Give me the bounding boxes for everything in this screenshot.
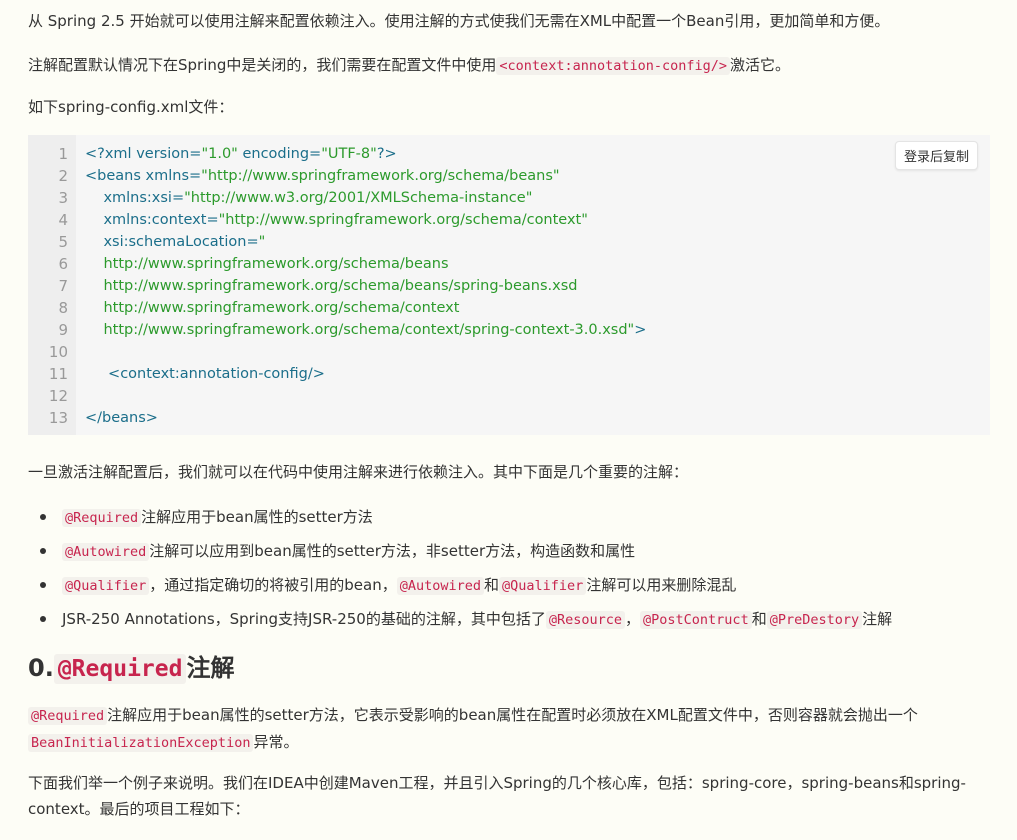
code-line-text: http://www.springframework.org/schema/co…: [85, 319, 646, 341]
section-heading-code: @Required: [53, 654, 187, 684]
copy-button[interactable]: 登录后复制: [894, 141, 978, 170]
code-string: http://www.springframework.org/schema/co…: [103, 300, 460, 316]
code-string: "http://www.springframework.org/schema/c…: [218, 212, 588, 228]
inline-code: @Autowired: [396, 577, 485, 595]
code-string: http://www.springframework.org/schema/be…: [103, 278, 578, 294]
list-item-text: JSR-250 Annotations，Spring支持JSR-250的基础的注…: [62, 610, 546, 628]
section-p1-text-2: 异常。: [253, 733, 299, 751]
list-item-text: 注解可以应用到bean属性的setter方法，非setter方法，构造函数和属性: [149, 542, 636, 560]
list-item-text: 注解可以用来删除混乱: [586, 576, 737, 594]
inline-code-annotation-config: <context:annotation-config/>: [496, 57, 730, 75]
inline-code: @Autowired: [62, 543, 150, 561]
code-tag: encoding=: [237, 146, 322, 162]
inline-code: @PreDestory: [766, 611, 863, 629]
code-line-text: <context:annotation-config/>: [85, 363, 325, 385]
section-paragraph-2: 下面我们举一个例子来说明。我们在IDEA中创建Maven工程，并且引入Sprin…: [28, 774, 966, 818]
section-paragraph-1: @Required 注解应用于bean属性的setter方法，它表示受影响的bea…: [28, 702, 993, 756]
code-tag: <beans xmlns=: [85, 168, 202, 184]
code-string: "http://www.w3.org/2001/XMLSchema-instan…: [184, 190, 533, 206]
intro-paragraph-1: 从 Spring 2.5 开始就可以使用注解来配置依赖注入。使用注解的方式使我们…: [28, 12, 890, 30]
inline-code: @Qualifier: [62, 577, 150, 595]
code-tag: xmlns:xsi=: [103, 190, 185, 206]
line-number: 3: [58, 189, 68, 207]
section-heading-prefix: 0.: [28, 654, 54, 682]
list-item: JSR-250 Annotations，Spring支持JSR-250的基础的注…: [28, 602, 988, 636]
line-number: 2: [58, 167, 68, 185]
line-number: 12: [48, 387, 68, 405]
section-heading-suffix: 注解: [186, 654, 235, 682]
intro-p2-text-before: 注解配置默认情况下在Spring中是关闭的，我们需要在配置文件中使用: [28, 56, 497, 74]
list-item-text: 注解: [862, 610, 893, 628]
code-line-text: http://www.springframework.org/schema/be…: [85, 253, 449, 275]
code-tag: </beans>: [85, 410, 158, 426]
line-number: 8: [58, 299, 68, 317]
line-number: 11: [48, 365, 68, 383]
list-item: @Qualifier ，通过指定确切的将被引用的bean， @Autowired 和 @…: [28, 568, 988, 602]
code-string: http://www.springframework.org/schema/co…: [103, 322, 635, 338]
section-heading: 0. @Required 注解: [28, 648, 234, 689]
inline-code: @Qualifier: [499, 577, 587, 595]
inline-code-exception: BeanInitializationException: [28, 734, 254, 752]
line-number: 10: [48, 343, 68, 361]
code-tag: <?xml version=: [85, 146, 202, 162]
code-line-text: xmlns:xsi="http://www.w3.org/2001/XMLSch…: [85, 187, 532, 209]
intro-paragraph-2: 注解配置默认情况下在Spring中是关闭的，我们需要在配置文件中使用 <conte…: [28, 52, 993, 79]
line-number: 4: [58, 211, 68, 229]
code-line-text: http://www.springframework.org/schema/be…: [85, 275, 577, 297]
list-item-text: ，通过指定确切的将被引用的bean，: [149, 576, 397, 594]
code-string: "1.0": [201, 146, 238, 162]
list-item-text: 和: [751, 610, 767, 628]
list-item-text: 注解应用于bean属性的setter方法: [141, 508, 373, 526]
intro-p2-text-after: 激活它。: [730, 56, 791, 74]
code-tag: xmlns:context=: [103, 212, 219, 228]
code-line-text: xsi:schemaLocation=": [85, 231, 265, 253]
line-number: 9: [58, 321, 68, 339]
code-tag: xsi:schemaLocation=: [103, 234, 259, 250]
after-code-paragraph: 一旦激活注解配置后，我们就可以在代码中使用注解来进行依赖注入。其中下面是几个重要…: [28, 463, 689, 481]
inline-code-required: @Required: [28, 707, 108, 725]
code-line-text: xmlns:context="http://www.springframewor…: [85, 209, 588, 231]
code-string: ": [258, 234, 266, 250]
line-number: 7: [58, 277, 68, 295]
code-line-text: http://www.springframework.org/schema/co…: [85, 297, 459, 319]
code-tag: ?>: [376, 146, 397, 162]
annotation-list: @Required 注解应用于bean属性的setter方法 @Autowired 注…: [28, 500, 988, 636]
list-item: @Autowired 注解可以应用到bean属性的setter方法，非setter…: [28, 534, 988, 568]
code-string: "UTF-8": [321, 146, 377, 162]
bullet-dot-icon: [40, 548, 46, 554]
line-number: 6: [58, 255, 68, 273]
code-tag: >: [634, 322, 647, 338]
section-p1-text-1: 注解应用于bean属性的setter方法，它表示受影响的bean属性在配置时必须…: [107, 706, 918, 724]
list-item-text: 和: [484, 576, 500, 594]
bullet-dot-icon: [40, 616, 46, 622]
code-block: 1 <?xml version="1.0" encoding="UTF-8"?> 2…: [28, 135, 990, 435]
list-item-text: ，: [625, 610, 641, 628]
bullet-dot-icon: [40, 582, 46, 588]
inline-code: @PostContruct: [640, 611, 752, 629]
line-number: 5: [58, 233, 68, 251]
intro-paragraph-3: 如下spring-config.xml文件：: [28, 98, 234, 116]
inline-code: @Resource: [545, 611, 626, 629]
code-line-text: </beans>: [85, 407, 158, 429]
article-page: 从 Spring 2.5 开始就可以使用注解来配置依赖注入。使用注解的方式使我们…: [0, 0, 1017, 840]
code-line-text: <?xml version="1.0" encoding="UTF-8"?>: [85, 143, 397, 165]
line-number: 1: [58, 145, 68, 163]
code-tag: <context:annotation-config/>: [108, 366, 325, 382]
code-string: "http://www.springframework.org/schema/b…: [201, 168, 560, 184]
code-string: http://www.springframework.org/schema/be…: [103, 256, 449, 272]
list-item: @Required 注解应用于bean属性的setter方法: [28, 500, 988, 534]
bullet-dot-icon: [40, 514, 46, 520]
code-line-text: <beans xmlns="http://www.springframework…: [85, 165, 560, 187]
inline-code: @Required: [62, 509, 142, 527]
line-number: 13: [48, 409, 68, 427]
